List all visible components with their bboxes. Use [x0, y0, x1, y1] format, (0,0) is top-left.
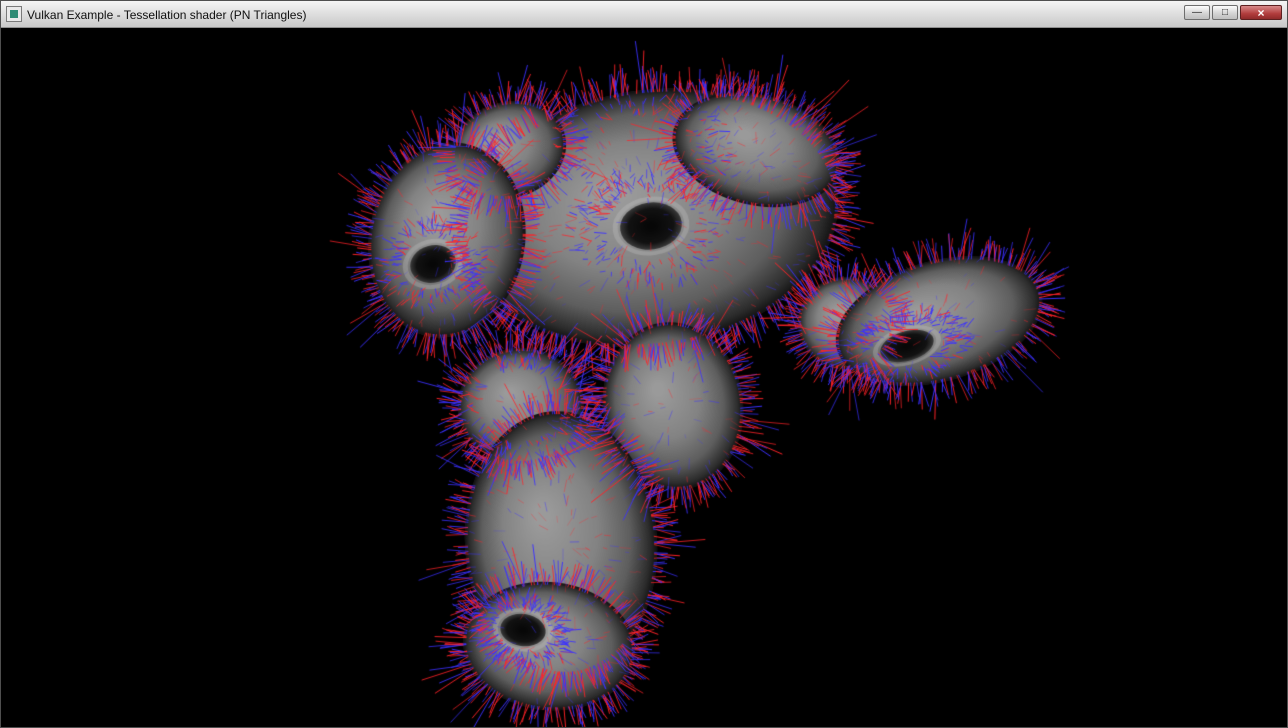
- app-window: Vulkan Example - Tessellation shader (PN…: [0, 0, 1288, 728]
- app-icon-glyph: [10, 10, 18, 18]
- window-title: Vulkan Example - Tessellation shader (PN…: [27, 7, 1184, 22]
- maximize-icon: □: [1222, 8, 1228, 18]
- window-controls: — □ ×: [1184, 5, 1282, 20]
- render-canvas[interactable]: [1, 28, 1287, 727]
- render-viewport: [1, 28, 1287, 727]
- app-icon[interactable]: [6, 6, 22, 22]
- maximize-button[interactable]: □: [1212, 5, 1238, 20]
- minimize-icon: —: [1192, 8, 1202, 18]
- minimize-button[interactable]: —: [1184, 5, 1210, 20]
- close-button[interactable]: ×: [1240, 5, 1282, 20]
- close-icon: ×: [1257, 7, 1264, 19]
- title-bar[interactable]: Vulkan Example - Tessellation shader (PN…: [1, 1, 1287, 28]
